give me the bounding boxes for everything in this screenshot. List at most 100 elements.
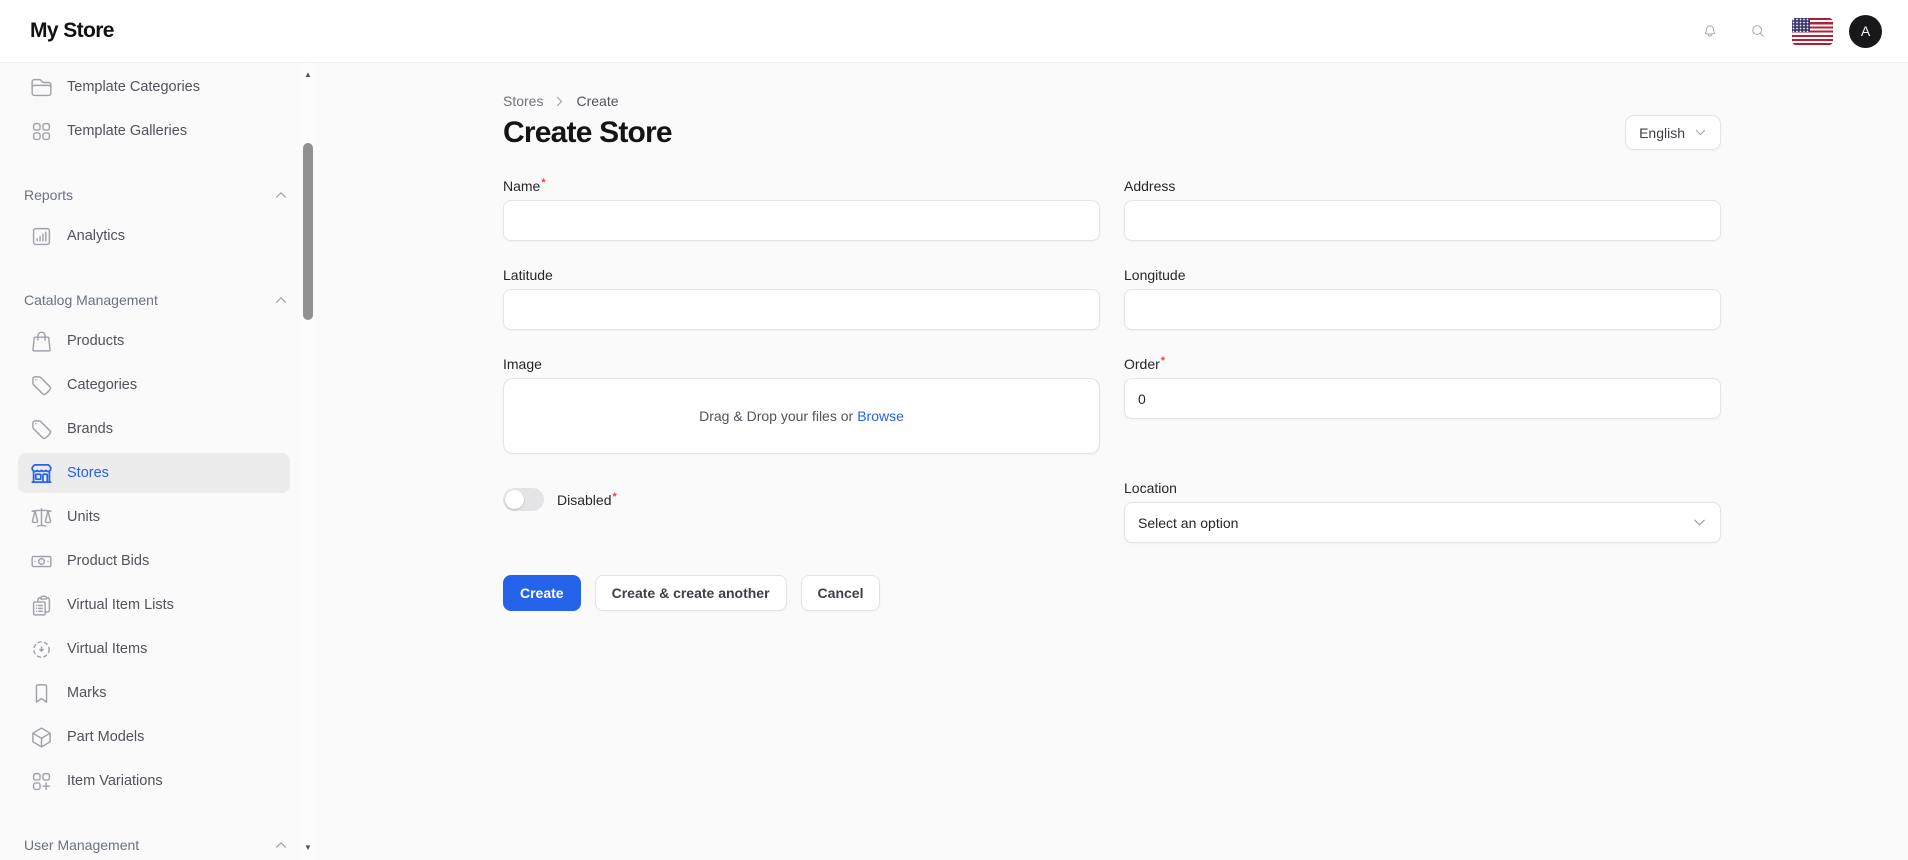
sidebar-section-reports: Reports Analytics [18, 187, 290, 256]
image-dropzone[interactable]: Drag & Drop your files or Browse [503, 378, 1100, 454]
language-switcher-button[interactable] [1789, 14, 1835, 48]
bell-icon [1703, 24, 1717, 38]
sidebar-item-marks[interactable]: Marks [18, 673, 290, 713]
scrollbar-thumb[interactable] [303, 143, 313, 320]
breadcrumb-stores-link[interactable]: Stores [503, 93, 543, 109]
sidebar-item-label: Stores [67, 465, 109, 481]
sidebar-item-label: Template Categories [67, 79, 200, 95]
browse-link[interactable]: Browse [857, 408, 904, 424]
required-marker: * [612, 490, 617, 503]
notifications-button[interactable] [1693, 14, 1727, 48]
location-select-value: Select an option [1138, 514, 1239, 531]
sidebar-item-categories[interactable]: Categories [18, 365, 290, 405]
sidebar: Template Categories Template Galleries R… [0, 63, 316, 860]
sidebar-item-brands[interactable]: Brands [18, 409, 290, 449]
shopping-bag-icon [30, 330, 53, 353]
language-select-label: English [1639, 124, 1685, 141]
image-label: Image [503, 356, 542, 372]
breadcrumb: Stores Create [503, 93, 1721, 109]
sidebar-item-label: Item Variations [67, 773, 163, 789]
chevron-down-icon [1692, 515, 1707, 530]
sidebar-item-units[interactable]: Units [18, 497, 290, 537]
sidebar-item-template-galleries[interactable]: Template Galleries [18, 111, 290, 151]
chevron-up-icon [274, 293, 288, 307]
sidebar-item-label: Template Galleries [67, 123, 188, 139]
location-select[interactable]: Select an option [1124, 502, 1721, 543]
sidebar-item-template-categories[interactable]: Template Categories [18, 67, 290, 107]
address-label: Address [1124, 178, 1176, 194]
scrollbar-down-arrow[interactable]: ▼ [300, 840, 316, 856]
chart-bar-icon [30, 225, 53, 248]
sidebar-item-item-variations[interactable]: Item Variations [18, 761, 290, 801]
disabled-label: Disabled [557, 491, 612, 508]
sidebar-item-part-models[interactable]: Part Models [18, 717, 290, 757]
order-input[interactable] [1124, 378, 1721, 419]
toggle-knob [505, 490, 524, 509]
bookmark-icon [30, 682, 53, 705]
sidebar-item-label: Part Models [67, 729, 145, 745]
disabled-toggle[interactable] [503, 488, 544, 511]
latitude-label: Latitude [503, 267, 553, 283]
search-button[interactable] [1741, 14, 1775, 48]
search-icon [1751, 24, 1765, 38]
sidebar-item-virtual-items[interactable]: Virtual Items [18, 629, 290, 669]
address-field-group: Address [1124, 178, 1721, 241]
scrollbar-up-arrow[interactable]: ▲ [300, 67, 316, 83]
sidebar-item-label: Analytics [67, 228, 126, 244]
sidebar-section-header-catalog-management[interactable]: Catalog Management [18, 292, 290, 308]
sidebar-item-label: Brands [67, 421, 113, 437]
user-avatar[interactable]: A [1849, 14, 1882, 48]
sidebar-section-user-management: User Management [18, 837, 290, 853]
longitude-input[interactable] [1124, 289, 1721, 330]
create-and-create-another-button[interactable]: Create & create another [594, 575, 787, 611]
cube-icon [30, 726, 53, 749]
section-label: User Management [24, 837, 140, 853]
sidebar-nav: Template Categories Template Galleries R… [0, 63, 316, 853]
create-store-form: Name * Address Latitude Longitude Image … [503, 178, 1721, 543]
topbar: My Store A [0, 0, 1908, 63]
scale-icon [30, 506, 53, 529]
address-input[interactable] [1124, 200, 1721, 241]
required-marker: * [1160, 355, 1166, 367]
sidebar-item-label: Virtual Item Lists [67, 597, 174, 613]
latitude-input[interactable] [503, 289, 1100, 330]
name-input[interactable] [503, 200, 1100, 241]
sidebar-item-label: Categories [67, 377, 138, 393]
tag-icon [30, 418, 53, 441]
storefront-icon [30, 462, 53, 485]
chevron-up-icon [274, 188, 288, 202]
us-flag-icon [1791, 17, 1833, 45]
disabled-field-group: Disabled * [503, 480, 1100, 511]
sidebar-item-virtual-item-lists[interactable]: Virtual Item Lists [18, 585, 290, 625]
order-label: Order [1124, 356, 1160, 372]
sidebar-item-analytics[interactable]: Analytics [18, 216, 290, 256]
form-actions: Create Create & create another Cancel [503, 575, 1721, 611]
sidebar-item-stores[interactable]: Stores [18, 453, 290, 493]
section-label: Catalog Management [24, 292, 158, 308]
sidebar-section-header-reports[interactable]: Reports [18, 187, 290, 203]
order-field-group: Order * [1124, 356, 1721, 419]
cancel-button[interactable]: Cancel [800, 575, 881, 611]
language-select-button[interactable]: English [1625, 115, 1721, 150]
folder-icon [30, 76, 53, 99]
chevron-up-icon [274, 838, 288, 852]
sidebar-section-header-user-management[interactable]: User Management [18, 837, 290, 853]
breadcrumb-current: Create [576, 93, 619, 109]
sidebar-item-product-bids[interactable]: Product Bids [18, 541, 290, 581]
location-field-group: Location Select an option [1124, 480, 1721, 543]
squares-plus-icon [30, 770, 53, 793]
longitude-field-group: Longitude [1124, 267, 1721, 330]
sidebar-item-products[interactable]: Products [18, 321, 290, 361]
sidebar-scrollbar: ▲ ▼ [300, 63, 316, 860]
sidebar-item-label: Units [67, 509, 101, 525]
sidebar-section-catalog-management: Catalog Management Products Categories B… [18, 292, 290, 801]
sidebar-item-label: Marks [67, 685, 107, 701]
page-title: Create Store [503, 115, 673, 149]
create-button[interactable]: Create [503, 575, 581, 611]
section-label: Reports [24, 187, 74, 203]
sidebar-item-label: Product Bids [67, 553, 150, 569]
image-field-group: Image Drag & Drop your files or Browse [503, 356, 1100, 454]
chevron-right-icon [553, 95, 566, 108]
chevron-down-icon [1694, 126, 1707, 139]
brand-logo[interactable]: My Store [30, 19, 114, 43]
